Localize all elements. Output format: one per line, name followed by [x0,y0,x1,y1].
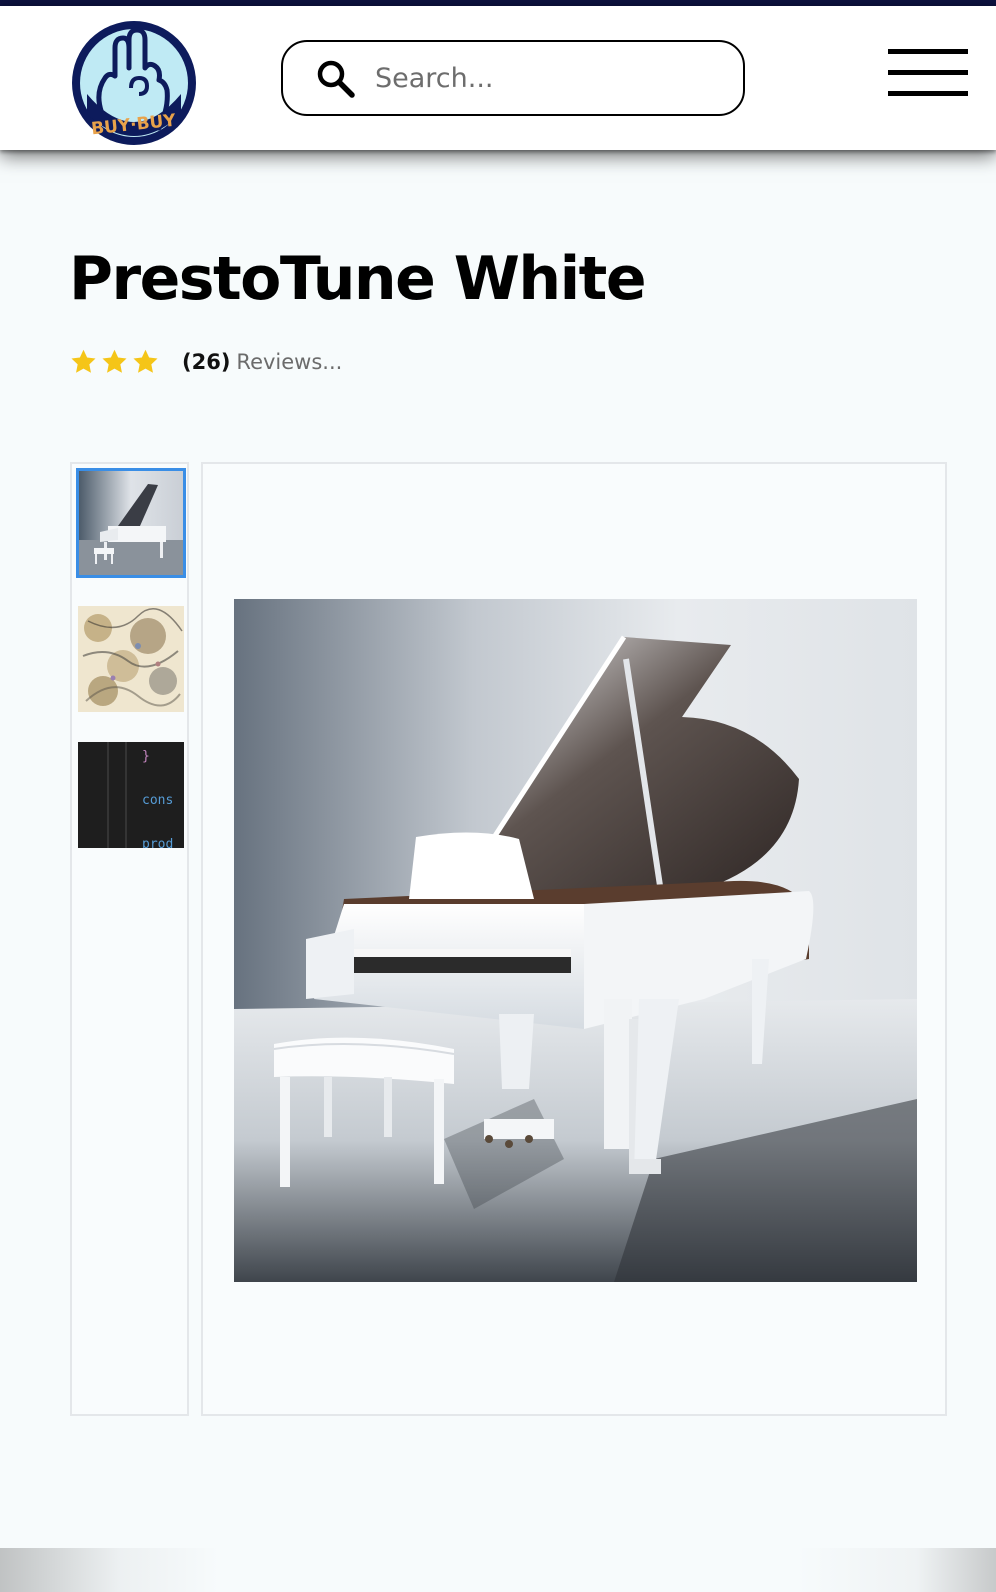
menu-line [888,70,968,75]
hamburger-menu-icon[interactable] [886,46,970,100]
main-image-frame [201,462,947,1416]
code-line: } [142,749,150,764]
review-count: (26) [182,350,231,374]
bottom-shadow [0,1548,996,1592]
reviews-link[interactable]: Reviews... [236,350,342,374]
site-header: BUY·BUY [0,6,996,150]
product-title: PrestoTune White [69,244,647,314]
thumbnail-white-piano[interactable] [76,468,186,578]
search-icon[interactable] [315,58,357,100]
menu-line [888,91,968,96]
buy-buy-logo[interactable]: BUY·BUY [69,18,199,148]
thumbnail-abstract-painting[interactable] [78,606,184,712]
thumbnail-strip: } cons prod [70,462,189,1416]
star-icon [133,349,158,373]
main-product-image[interactable] [234,599,917,1282]
hand-logo-icon: BUY·BUY [72,21,196,145]
star-icon [71,349,96,373]
search-bar[interactable] [281,40,745,116]
code-line: prod [142,837,173,848]
code-line: cons [142,793,173,808]
star-rating [69,348,160,376]
star-icon [102,349,127,373]
menu-line [888,49,968,54]
search-input[interactable] [375,56,715,100]
product-rating: (26) Reviews... [69,346,342,378]
thumbnail-code-editor[interactable]: } cons prod [78,742,184,848]
